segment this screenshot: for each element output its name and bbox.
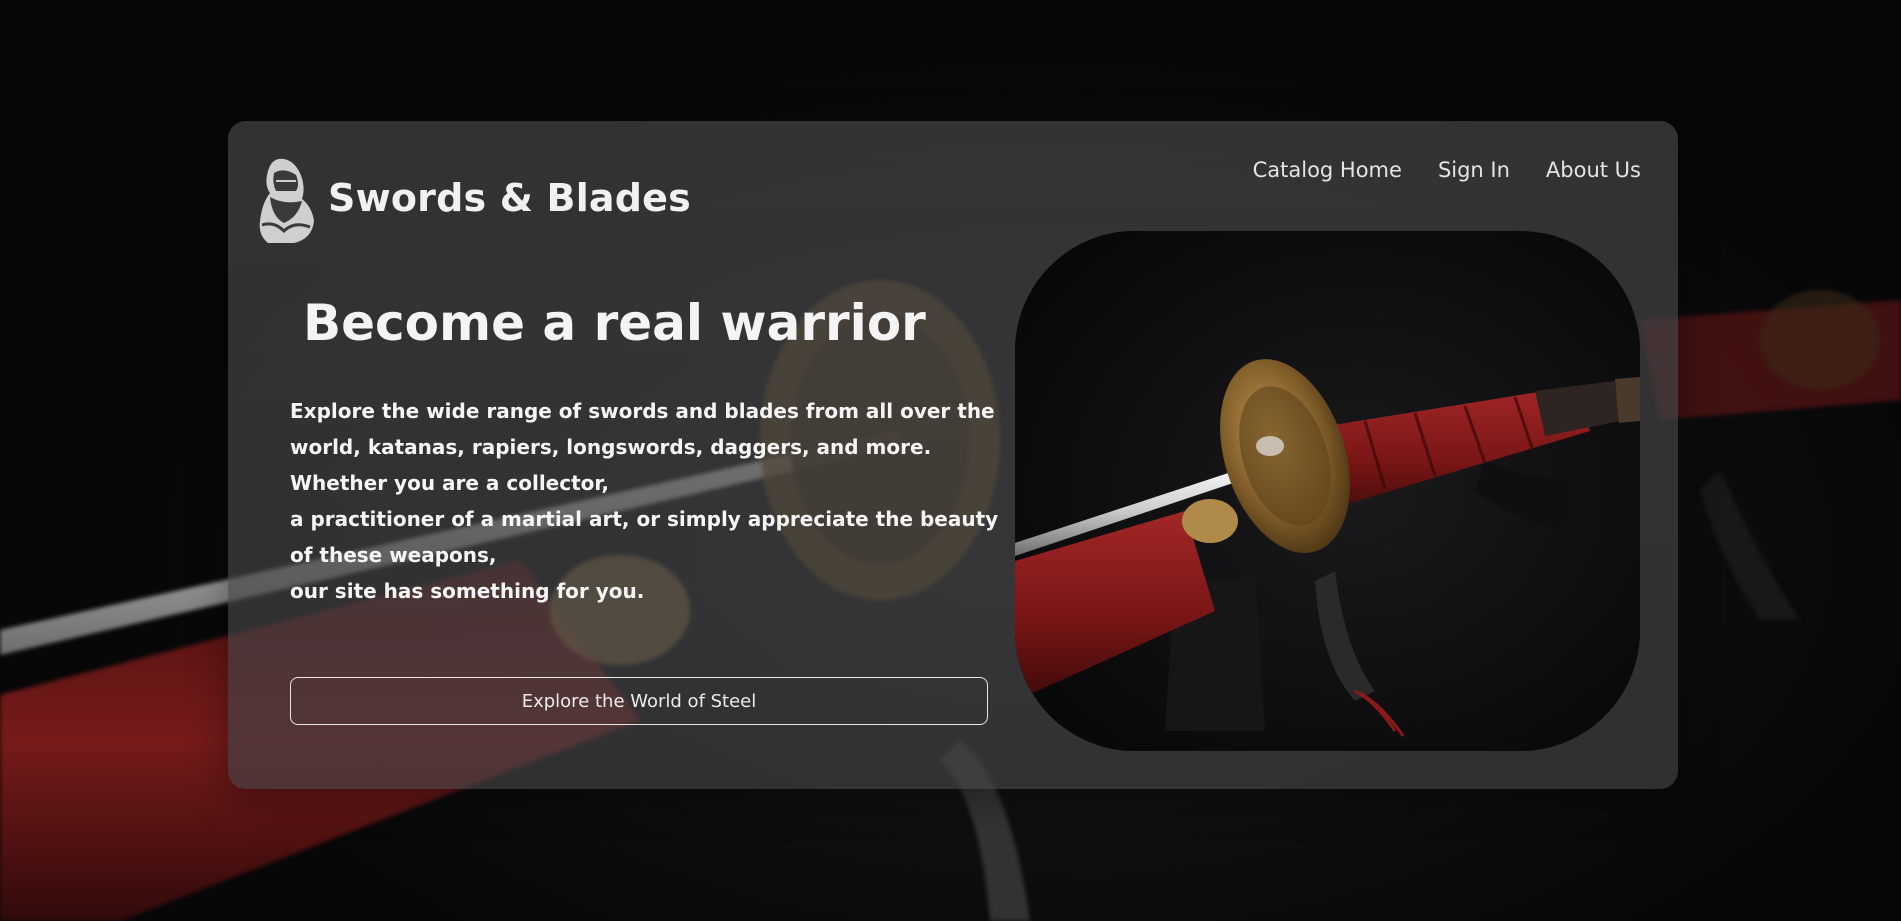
hero-description-line: our site has something for you. — [290, 579, 645, 603]
hero-description: Explore the wide range of swords and bla… — [290, 393, 1002, 609]
hero-description-line: a practitioner of a martial art, or simp… — [290, 507, 999, 567]
nav-about-us[interactable]: About Us — [1546, 158, 1641, 182]
brand[interactable]: Swords & Blades — [254, 151, 691, 245]
explore-button[interactable]: Explore the World of Steel — [290, 677, 988, 725]
hero-title: Become a real warrior — [303, 294, 926, 352]
hero-description-line: Explore the wide range of swords and bla… — [290, 399, 995, 495]
hero-card: Swords & Blades Catalog Home Sign In Abo… — [228, 121, 1678, 789]
hero-image — [1015, 231, 1640, 751]
brand-name: Swords & Blades — [328, 176, 691, 220]
nav-sign-in[interactable]: Sign In — [1438, 158, 1510, 182]
katana-image — [1015, 231, 1640, 751]
main-nav: Catalog Home Sign In About Us — [1253, 158, 1641, 182]
knight-helmet-icon — [259, 158, 314, 243]
nav-catalog-home[interactable]: Catalog Home — [1253, 158, 1402, 182]
